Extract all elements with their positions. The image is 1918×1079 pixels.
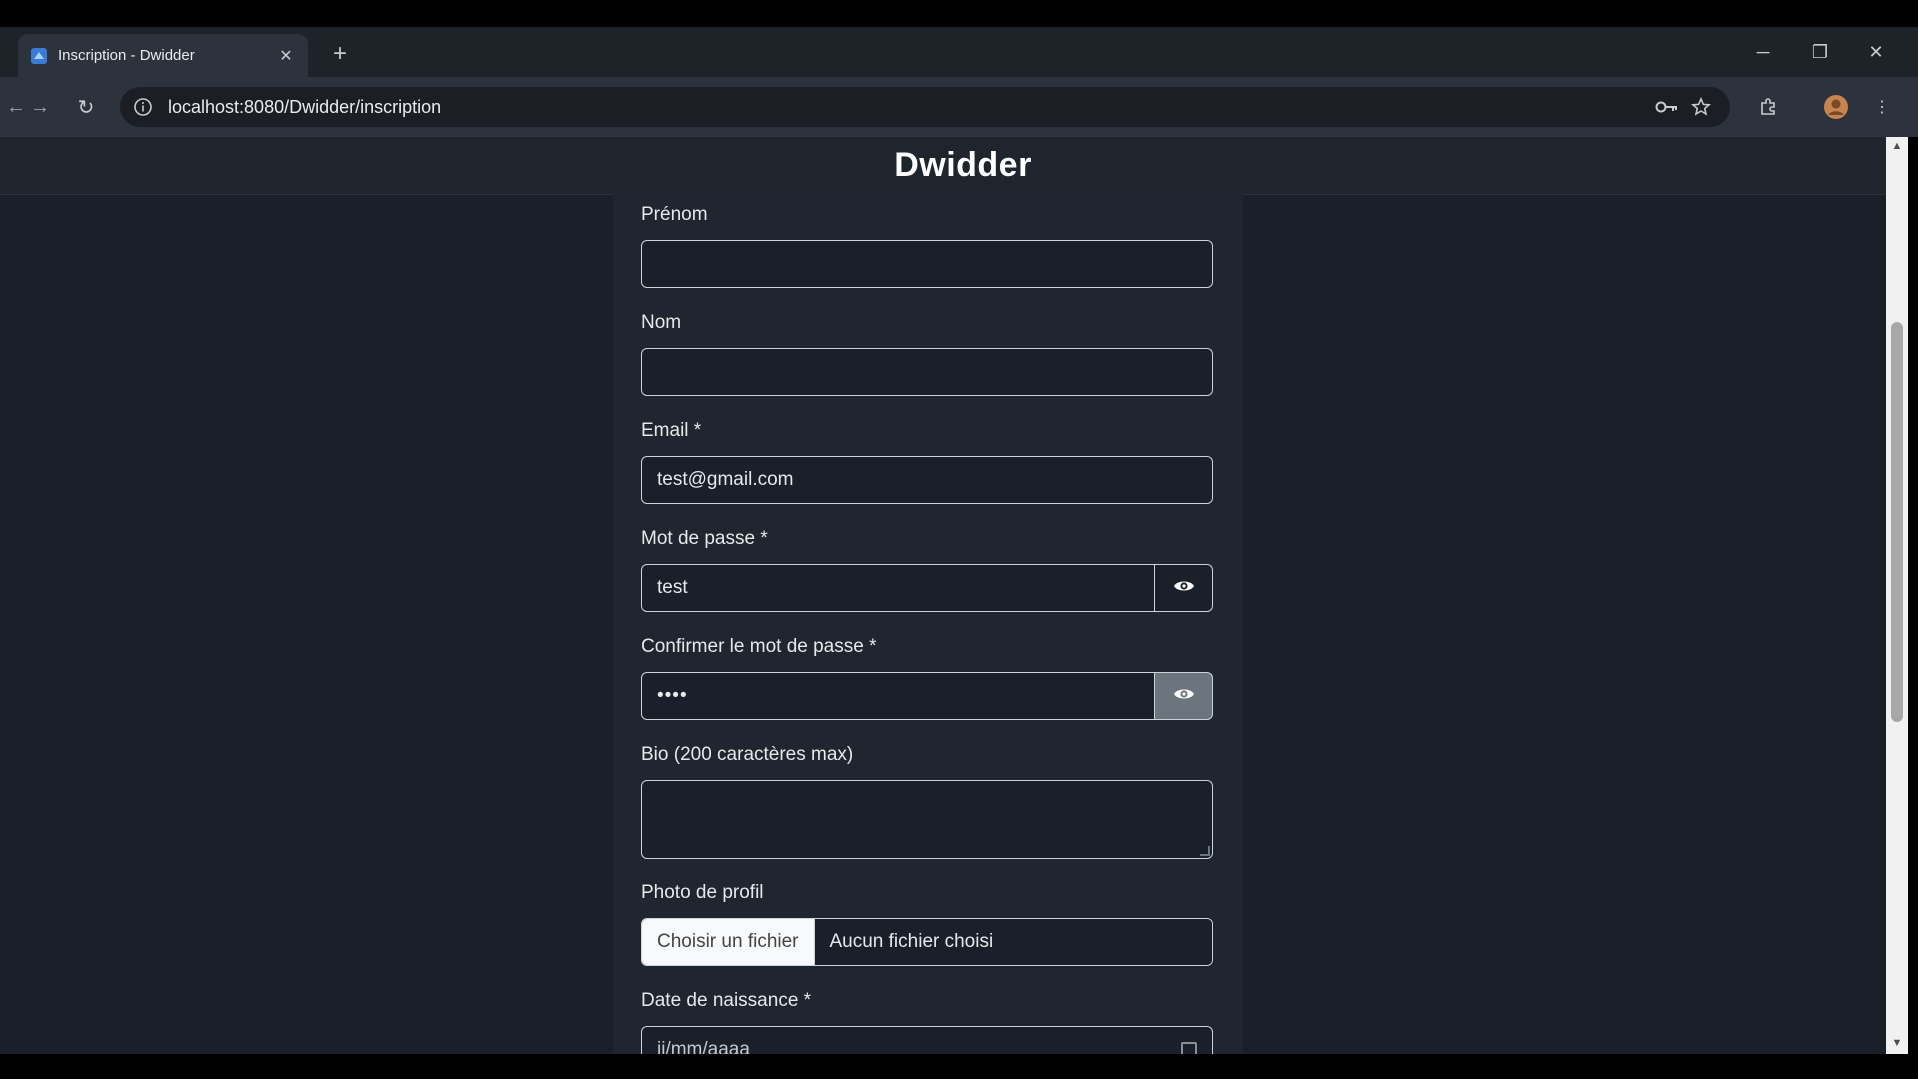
- email-input[interactable]: test@gmail.com: [641, 456, 1213, 504]
- toggle-confirm-password-button[interactable]: [1155, 672, 1213, 720]
- reload-icon[interactable]: ↻: [70, 91, 102, 123]
- browser-tab[interactable]: Inscription - Dwidder ✕: [18, 34, 308, 77]
- star-icon[interactable]: [1684, 90, 1718, 124]
- bio-field: Bio (200 caractères max): [641, 742, 1213, 859]
- key-icon[interactable]: [1650, 90, 1684, 124]
- forward-icon[interactable]: →: [24, 91, 56, 123]
- page-viewport: Dwidder Prénom Nom Email * test@gmail.co…: [0, 137, 1886, 1054]
- scroll-thumb[interactable]: [1891, 322, 1903, 722]
- avatar[interactable]: [1820, 91, 1852, 123]
- nom-label: Nom: [641, 312, 682, 333]
- nom-field: Nom: [641, 310, 1213, 396]
- photo-field: Photo de profil Choisir un fichier Aucun…: [641, 880, 1213, 966]
- new-tab-icon[interactable]: +: [325, 39, 355, 69]
- birthdate-placeholder: jj/mm/aaaa: [657, 1039, 750, 1054]
- eye-icon: [1173, 578, 1195, 599]
- birthdate-input[interactable]: jj/mm/aaaa: [641, 1026, 1213, 1054]
- signup-form: Prénom Nom Email * test@gmail.com Mot de…: [613, 194, 1243, 1054]
- confirm-password-field: Confirmer le mot de passe * ••••: [641, 634, 1213, 720]
- password-label: Mot de passe *: [641, 528, 768, 549]
- birthdate-label: Date de naissance *: [641, 990, 812, 1011]
- confirm-password-input[interactable]: ••••: [641, 672, 1155, 720]
- scroll-up-icon[interactable]: ▲: [1890, 139, 1904, 153]
- app-favicon-icon: [30, 47, 48, 65]
- browser-toolbar: ← → ↻ localhost:8080/Dwidder/inscription…: [0, 77, 1918, 137]
- birthdate-field: Date de naissance * jj/mm/aaaa: [641, 988, 1213, 1054]
- minimize-icon[interactable]: ─: [1735, 27, 1791, 77]
- toggle-password-button[interactable]: [1155, 564, 1213, 612]
- photo-file-input[interactable]: Choisir un fichier Aucun fichier choisi: [641, 918, 1213, 966]
- choose-file-button[interactable]: Choisir un fichier: [642, 919, 815, 965]
- close-tab-icon[interactable]: ✕: [274, 44, 298, 68]
- password-field: Mot de passe * test: [641, 526, 1213, 612]
- photo-label: Photo de profil: [641, 882, 764, 903]
- eye-icon: [1173, 686, 1195, 707]
- calendar-icon[interactable]: [1181, 1042, 1197, 1054]
- site-info-icon[interactable]: [130, 94, 156, 120]
- prenom-label: Prénom: [641, 204, 708, 225]
- scroll-down-icon[interactable]: ▼: [1890, 1036, 1904, 1050]
- email-label: Email *: [641, 420, 702, 441]
- nom-input[interactable]: [641, 348, 1213, 396]
- puzzle-icon[interactable]: [1752, 91, 1784, 123]
- prenom-input[interactable]: [641, 240, 1213, 288]
- kebab-menu-icon[interactable]: ⋮: [1866, 91, 1898, 123]
- file-status-text: Aucun fichier choisi: [814, 919, 1212, 965]
- bio-label: Bio (200 caractères max): [641, 744, 854, 765]
- tab-strip: Inscription - Dwidder ✕ + ─ ❐ ✕: [0, 27, 1918, 77]
- bio-textarea[interactable]: [641, 780, 1213, 859]
- page-scrollbar[interactable]: ▲ ▼: [1886, 137, 1908, 1054]
- confirm-password-group: ••••: [641, 672, 1213, 720]
- prenom-field: Prénom: [641, 202, 1213, 288]
- bottom-letterbox: [0, 1054, 1918, 1079]
- resize-grip-icon[interactable]: [1200, 846, 1210, 856]
- brand-logo[interactable]: Dwidder: [894, 146, 1032, 185]
- password-group: test: [641, 564, 1213, 612]
- url-text: localhost:8080/Dwidder/inscription: [168, 96, 442, 117]
- address-bar[interactable]: localhost:8080/Dwidder/inscription: [120, 87, 1730, 127]
- password-input[interactable]: test: [641, 564, 1155, 612]
- confirm-password-label: Confirmer le mot de passe *: [641, 636, 877, 657]
- close-window-icon[interactable]: ✕: [1848, 27, 1904, 77]
- app-header: Dwidder: [0, 137, 1886, 195]
- email-field: Email * test@gmail.com: [641, 418, 1213, 504]
- tab-title: Inscription - Dwidder: [58, 47, 195, 64]
- restore-icon[interactable]: ❐: [1792, 27, 1848, 77]
